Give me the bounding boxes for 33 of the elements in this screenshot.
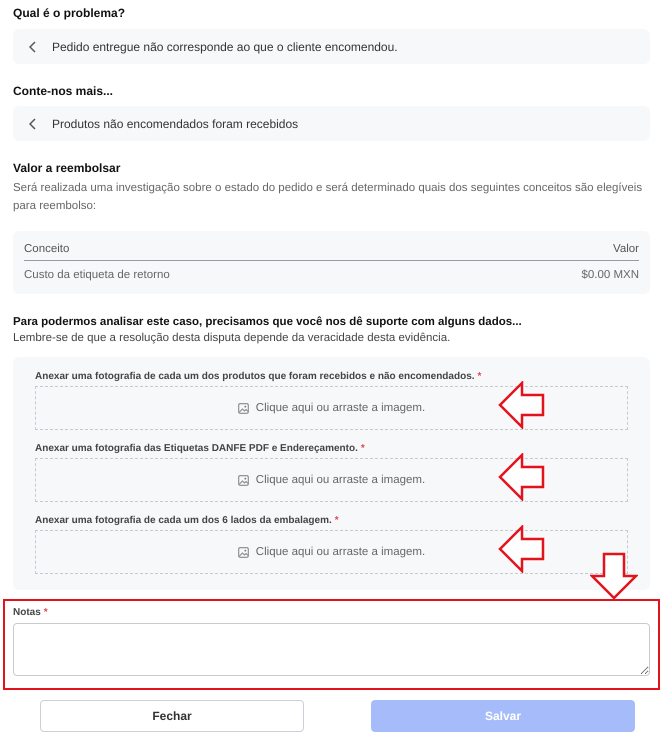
- required-asterisk: *: [478, 371, 482, 382]
- table-cell: $0.00 MXN: [581, 269, 639, 281]
- notes-field[interactable]: [13, 623, 650, 676]
- evidence-heading: Para podermos analisar este caso, precisamos que você nos dê suporte com alguns dados...: [13, 316, 523, 328]
- column-header: Valor: [613, 243, 639, 255]
- image-icon: [238, 402, 249, 414]
- required-asterisk: *: [44, 607, 48, 618]
- evidence-note: Lembre-se de que a resolução desta disputa depende da veracidade desta evidência.: [13, 332, 452, 344]
- table-cell: Custo da etiqueta de retorno: [24, 269, 170, 281]
- upload-label: Anexar uma fotografia das Etiquetas DANFE PDF e Endereçamento.: [35, 443, 358, 454]
- section-heading: Valor a reembolsar: [13, 161, 122, 175]
- annotation-arrow: [498, 525, 546, 573]
- dropzone-placeholder: Clique aqui ou arraste a imagem.: [256, 546, 426, 558]
- annotation-arrow: [498, 381, 546, 429]
- section-heading: Conte-nos mais...: [13, 84, 114, 98]
- upload-label: Anexar uma fotografia de cada um dos produtos que foram recebidos e não encomendados.: [35, 371, 475, 382]
- notes-label: Notas: [13, 607, 41, 618]
- selected-option[interactable]: Pedido entregue não corresponde ao que o cliente encomendou.: [13, 29, 650, 64]
- annotation-arrow: [498, 453, 546, 501]
- upload-label: Anexar uma fotografia de cada um dos 6 lados da embalagem.: [35, 515, 332, 526]
- dropzone-placeholder: Clique aqui ou arraste a imagem.: [256, 402, 426, 414]
- dropzone-placeholder: Clique aqui ou arraste a imagem.: [256, 474, 426, 486]
- image-icon: [238, 474, 249, 486]
- selected-option[interactable]: Produtos não encomendados foram recebidos: [13, 106, 650, 141]
- required-asterisk: *: [334, 515, 339, 526]
- image-icon: [238, 546, 249, 558]
- close-button[interactable]: Fechar: [40, 700, 304, 732]
- back-chevron-icon: [29, 118, 37, 130]
- back-chevron-icon: [29, 40, 37, 52]
- refund-description: Será realizada uma investigação sobre o estado do pedido e será determinado quais dos seguintes conceitos são elegíveis para reembolso:: [13, 181, 644, 214]
- column-header: Conceito: [24, 243, 70, 255]
- section-heading: Qual é o problema?: [13, 6, 126, 20]
- required-asterisk: *: [360, 443, 365, 454]
